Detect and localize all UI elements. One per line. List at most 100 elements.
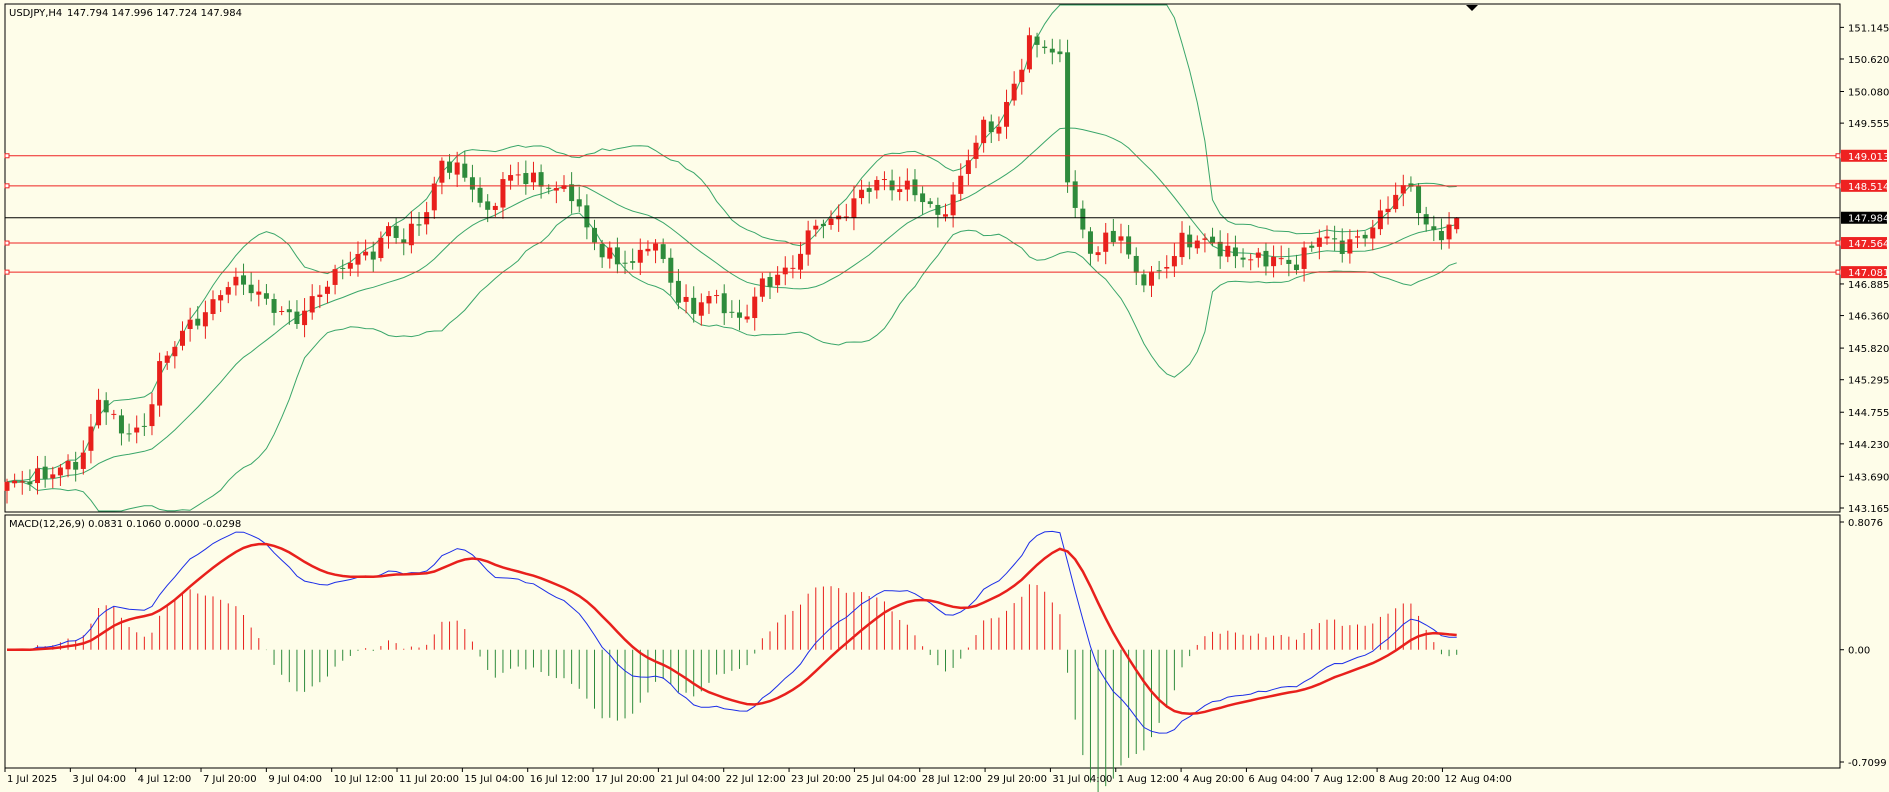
candle-body — [1057, 51, 1063, 55]
candle-body — [485, 201, 491, 210]
price-tick-label: 145.295 — [1848, 376, 1889, 387]
candle-body — [1423, 214, 1429, 225]
candle-body — [1095, 252, 1101, 256]
level-handle-left[interactable] — [4, 240, 10, 246]
candle-body — [35, 468, 41, 484]
time-tick-label: 16 Jul 12:00 — [530, 774, 590, 785]
candle-body — [27, 481, 33, 485]
candle-body — [210, 299, 216, 314]
candle-body — [96, 399, 102, 426]
candle-body — [88, 426, 94, 451]
candle-body — [1370, 227, 1376, 239]
candle-body — [149, 404, 155, 427]
candle-body — [431, 183, 437, 211]
level-handle-right[interactable] — [1835, 240, 1841, 246]
candle-body — [462, 163, 468, 178]
candle-body — [256, 291, 262, 295]
candle-body — [363, 251, 369, 256]
price-tick-label: 144.755 — [1848, 408, 1889, 419]
candle-body — [218, 295, 224, 301]
candle-body — [653, 243, 659, 251]
candle-body — [195, 318, 201, 326]
candle-body — [294, 311, 300, 324]
price-tick-label: 144.230 — [1848, 440, 1889, 451]
ohlc-readout: 147.794 147.996 147.724 147.984 — [67, 8, 242, 19]
candle-body — [1293, 264, 1299, 271]
candle-body — [1011, 83, 1017, 101]
candle-body — [1362, 234, 1368, 239]
level-handle-left[interactable] — [4, 153, 10, 159]
candle-body — [1171, 256, 1177, 267]
trading-chart[interactable]: 149.013 148.514 147.564 147.081 147.984 USDJ… — [0, 0, 1889, 792]
candle-body — [1026, 35, 1032, 70]
chart-background — [0, 0, 1889, 792]
candle-body — [378, 237, 384, 259]
candle-body — [1377, 210, 1383, 230]
candle-body — [721, 293, 727, 314]
candle-body — [263, 293, 269, 299]
time-tick-label: 1 Aug 12:00 — [1118, 774, 1179, 785]
price-tick-label: 143.690 — [1848, 472, 1889, 483]
candle-body — [80, 452, 86, 469]
candle-body — [1232, 247, 1238, 257]
level-handle-right[interactable] — [1835, 269, 1841, 275]
candle-body — [492, 205, 498, 210]
candle-body — [630, 261, 636, 263]
level-price-label: 148.514 — [1848, 182, 1889, 193]
candle-body — [1164, 266, 1170, 269]
candle-body — [1187, 234, 1193, 248]
candle-body — [57, 467, 63, 476]
candle-body — [1034, 36, 1040, 45]
level-handle-right[interactable] — [1835, 153, 1841, 159]
candle-body — [1355, 236, 1361, 238]
time-tick-label: 22 Jul 12:00 — [726, 774, 786, 785]
level-price-label: 149.013 — [1848, 152, 1889, 163]
level-handle-left[interactable] — [4, 269, 10, 275]
candle-body — [996, 126, 1002, 134]
candle-body — [920, 193, 926, 203]
candle-body — [1110, 230, 1116, 243]
candle-body — [958, 175, 964, 194]
candle-body — [179, 330, 185, 346]
candle-body — [1255, 252, 1261, 258]
price-tick-label: 146.360 — [1848, 312, 1889, 323]
candle-body — [538, 172, 544, 187]
candle-body — [1019, 69, 1025, 83]
candle-body — [1217, 241, 1223, 257]
candle-body — [874, 179, 880, 191]
time-tick-label: 7 Aug 12:00 — [1314, 774, 1375, 785]
candle-body — [225, 287, 231, 295]
candle-body — [744, 316, 750, 320]
candle-body — [767, 276, 773, 287]
candle-body — [111, 413, 117, 415]
level-handle-right[interactable] — [1835, 183, 1841, 189]
candle-body — [881, 179, 887, 181]
level-handle-left[interactable] — [4, 183, 10, 189]
candle-body — [1332, 238, 1338, 240]
candle-body — [523, 173, 529, 185]
candle-body — [500, 179, 506, 208]
price-tick-label: 150.080 — [1848, 88, 1889, 99]
candle-body — [1202, 238, 1208, 240]
candle-body — [553, 188, 559, 191]
candle-body — [714, 295, 720, 297]
candle-body — [1400, 185, 1406, 194]
candle-body — [340, 267, 346, 269]
time-tick-label: 3 Jul 04:00 — [72, 774, 126, 785]
candle-body — [950, 194, 956, 216]
candle-body — [332, 269, 338, 285]
candle-body — [1179, 232, 1185, 258]
candle-body — [607, 247, 613, 259]
candle-body — [248, 284, 254, 294]
level-price-label: 147.564 — [1848, 239, 1889, 250]
candle-body — [851, 198, 857, 218]
time-tick-label: 28 Jul 12:00 — [922, 774, 982, 785]
candle-body — [1042, 46, 1048, 49]
time-tick-label: 21 Jul 04:00 — [660, 774, 720, 785]
price-tick-label: 143.165 — [1848, 504, 1889, 515]
macd-tick-label: -0.7099 — [1848, 758, 1887, 769]
candle[interactable] — [1065, 39, 1071, 193]
candle-body — [309, 296, 315, 313]
time-tick-label: 4 Aug 20:00 — [1183, 774, 1244, 785]
candle-body — [1393, 194, 1399, 210]
